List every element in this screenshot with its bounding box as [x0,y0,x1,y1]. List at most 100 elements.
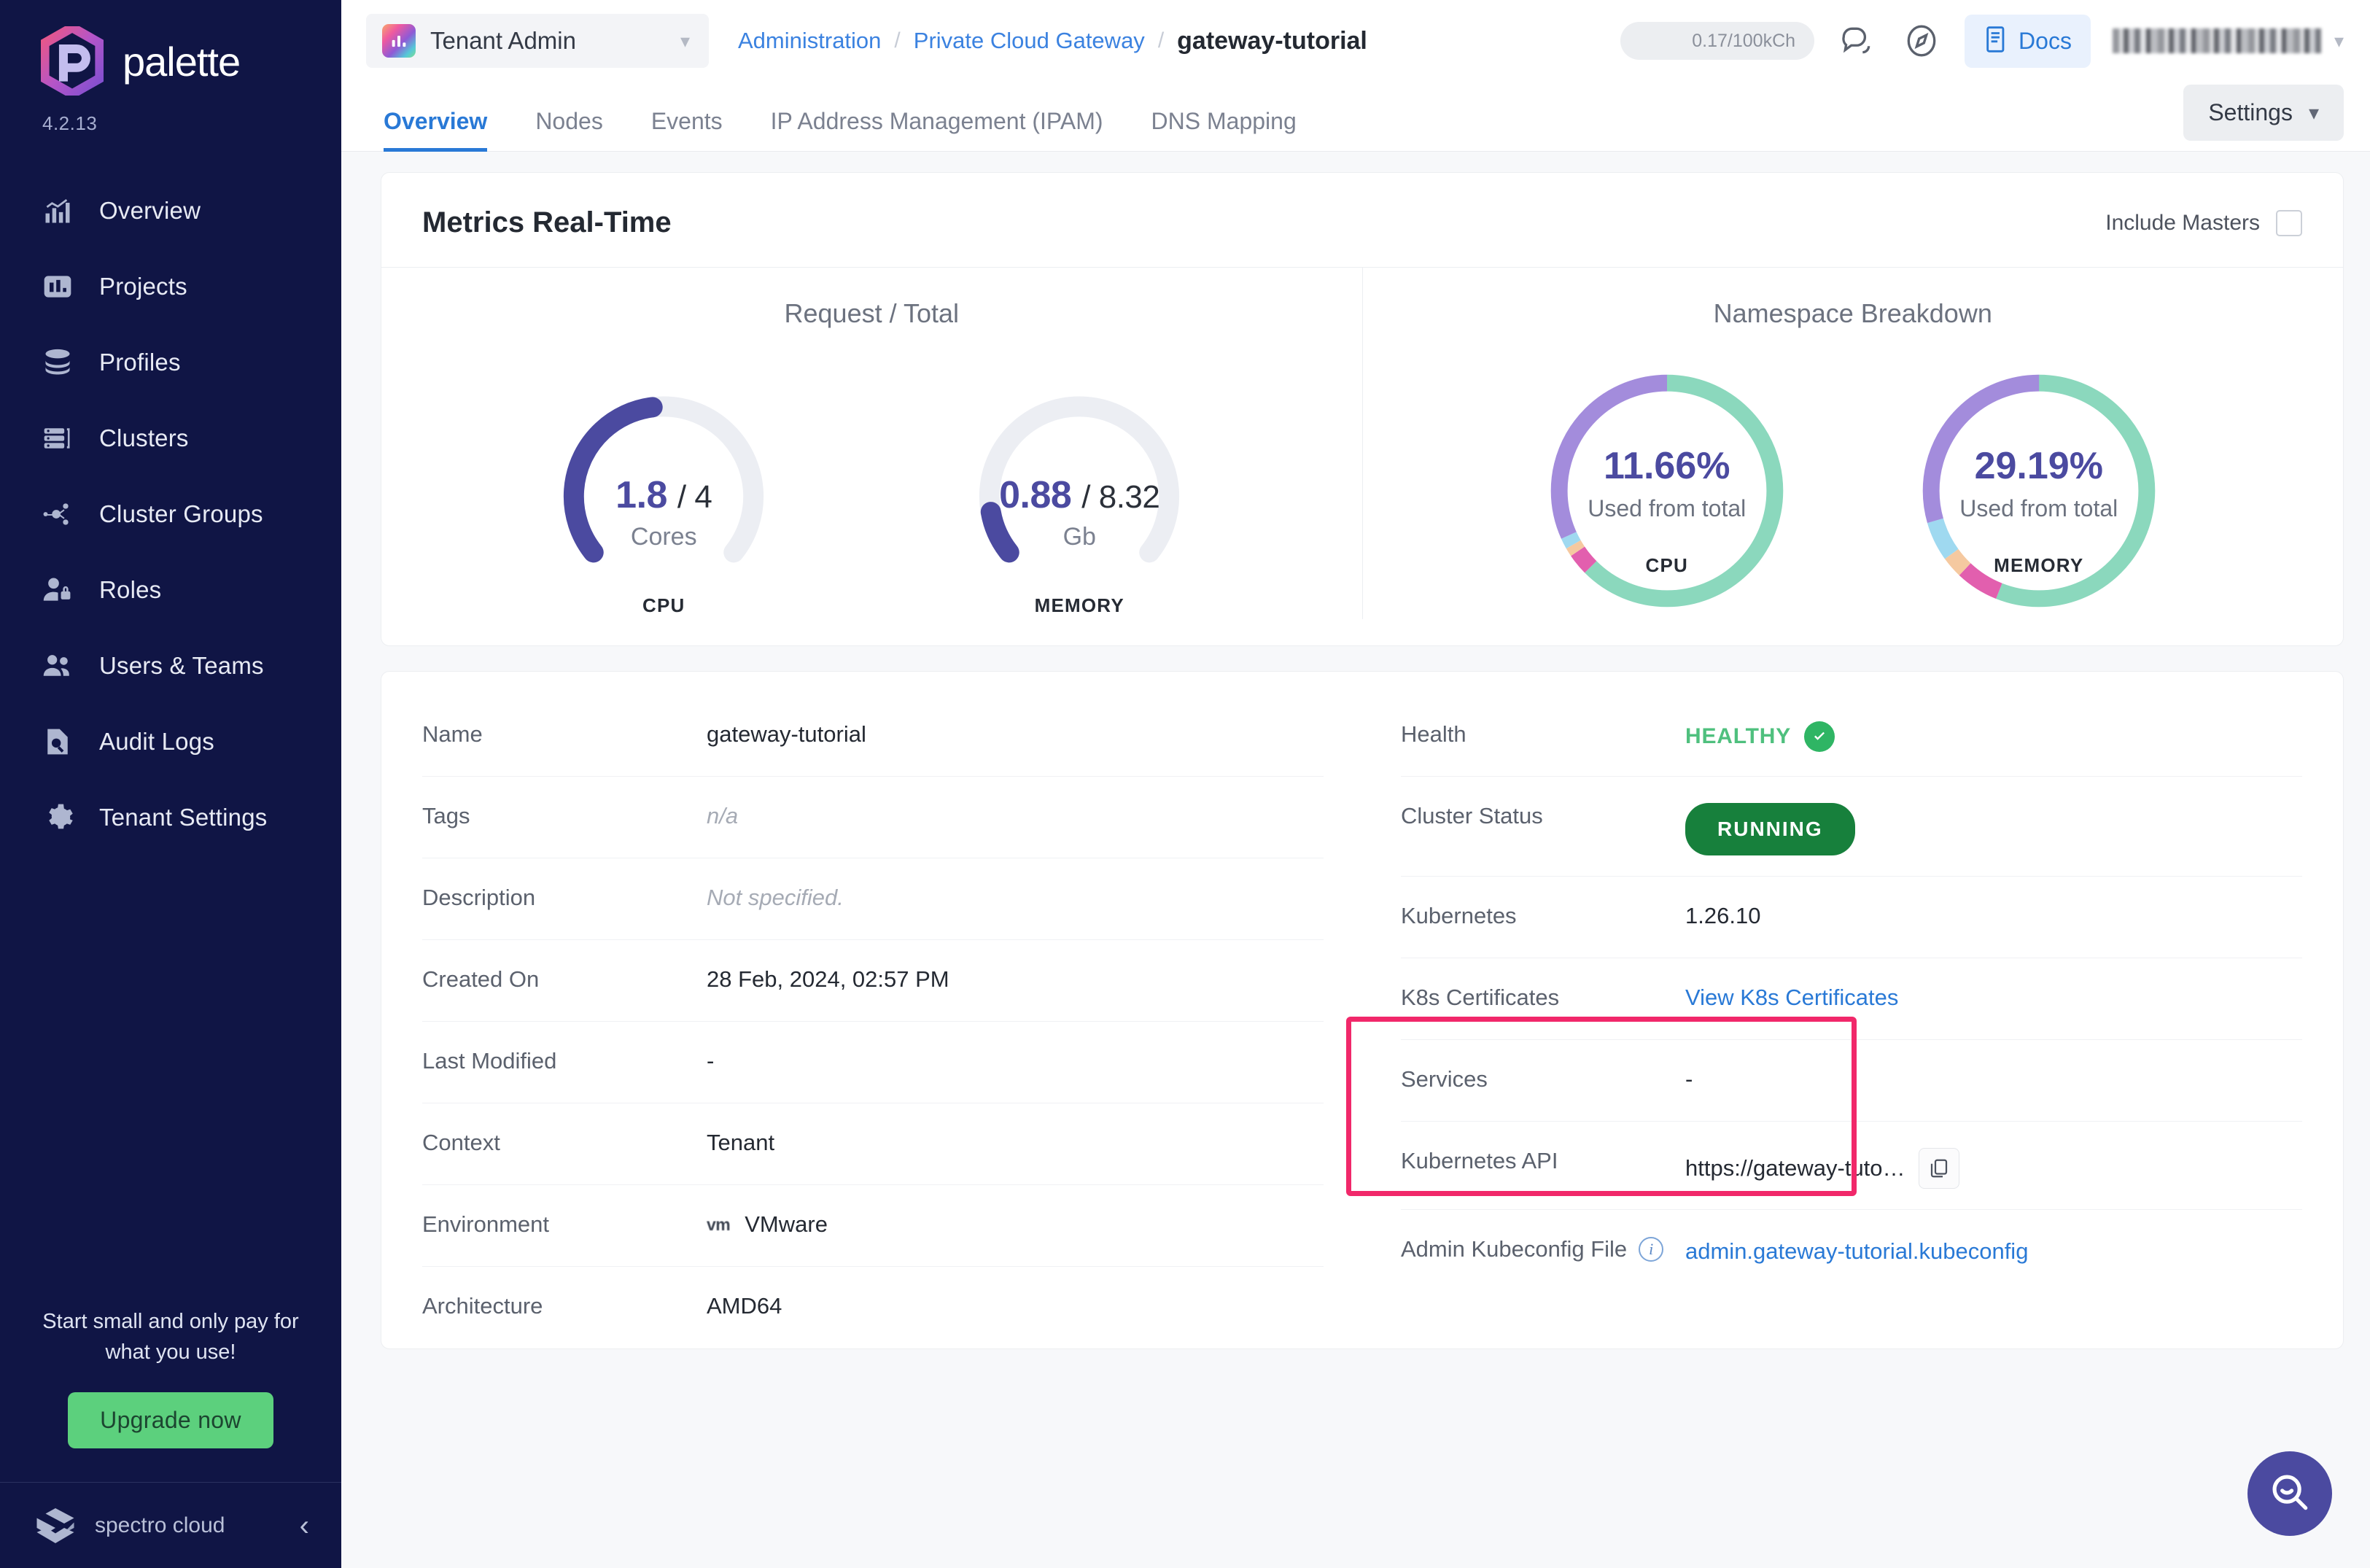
chevron-down-icon: ▾ [2308,101,2319,124]
donut-cpu-center: 11.66% Used from total CPU [1539,444,1795,577]
detail-key: Kubernetes API [1401,1148,1558,1173]
donut-cpu: 11.66% Used from total CPU [1510,362,1824,619]
tenant-label: Tenant Admin [430,27,576,54]
search-smile-fab-button[interactable] [2247,1451,2332,1536]
usage-meter[interactable]: 0.17/100kCh [1620,22,1815,60]
palette-logo-icon [39,22,105,100]
brand[interactable]: palette [0,0,341,100]
detail-value-context: Tenant [707,1130,775,1155]
detail-row-environment: Environment vm VMware [422,1185,1324,1267]
detail-row-kubernetes: Kubernetes 1.26.10 [1401,877,2302,958]
environment-name: VMware [745,1211,828,1237]
check-circle-icon [1804,721,1835,752]
detail-value-kubernetes-api-wrap: https://gateway-tuto… [1685,1148,1959,1189]
detail-value-environment: vm VMware [707,1211,828,1238]
upgrade-promo: Start small and only pay for what you us… [0,1306,341,1482]
settings-button-label: Settings [2208,99,2293,125]
sidebar-item-profiles[interactable]: Profiles [0,325,341,400]
tab-bar: Overview Nodes Events IP Address Managem… [341,82,2370,152]
docs-button[interactable]: Docs [1965,14,2091,68]
status-badge-health: HEALTHY [1685,721,1835,752]
docs-label: Docs [2019,27,2072,54]
donut-memory-ring: 29.19% Used from total MEMORY [1911,362,2167,619]
chat-bubbles-icon[interactable] [1836,20,1878,62]
detail-key: Environment [422,1211,550,1237]
donut-memory: 29.19% Used from total MEMORY [1882,362,2196,619]
detail-row-created-on: Created On 28 Feb, 2024, 02:57 PM [422,940,1324,1022]
page-title: gateway-tutorial [1177,26,1367,55]
sidebar-item-projects[interactable]: Projects [0,249,341,325]
cluster-status-wrap: RUNNING [1685,803,1855,855]
settings-button[interactable]: Settings ▾ [2183,85,2344,141]
user-menu[interactable]: ▾ [2112,28,2344,53]
donut-memory-center: 29.19% Used from total MEMORY [1911,444,2167,577]
detail-row-name: Name gateway-tutorial [422,695,1324,777]
sidebar-item-overview[interactable]: Overview [0,173,341,249]
tenant-admin-icon [382,24,416,58]
detail-value-architecture: AMD64 [707,1293,782,1319]
sidebar-item-users-teams[interactable]: Users & Teams [0,628,341,704]
gauge-memory-value: 0.88 / 8.32 [952,473,1207,517]
detail-row-description: Description Not specified. [422,858,1324,940]
chevron-down-icon: ▾ [2334,29,2344,52]
include-masters-toggle[interactable]: Include Masters [2105,209,2302,236]
donut-memory-sub: Used from total [1959,495,2118,521]
detail-key: Services [1401,1066,1488,1092]
detail-row-architecture: Architecture AMD64 [422,1267,1324,1348]
detail-key: Name [422,721,483,747]
topbar-actions: 0.17/100kCh Docs ▾ [1620,14,2344,68]
sidebar-item-label: Tenant Settings [99,804,268,831]
breadcrumb-item-administration[interactable]: Administration [738,28,881,54]
sidebar-item-tenant-settings[interactable]: Tenant Settings [0,780,341,855]
chevron-left-icon[interactable]: ‹ [300,1511,309,1540]
gauge-memory-footer: MEMORY [1034,594,1124,616]
detail-value-kubernetes: 1.26.10 [1685,903,1761,928]
donut-memory-footer: MEMORY [1994,554,2084,576]
app-version: 4.2.13 [42,112,98,134]
donut-cpu-footer: CPU [1645,554,1688,576]
sidebar-item-label: Users & Teams [99,652,264,679]
document-search-icon [41,725,74,758]
chart-bars-icon [41,194,74,228]
detail-key: Admin Kubeconfig File i [1401,1236,1685,1262]
tab-events[interactable]: Events [651,108,723,151]
tab-overview[interactable]: Overview [384,108,488,152]
request-total-panel: Request / Total 1.8 / 4 Cores CPU 0.88 /… [381,268,1363,619]
include-masters-label: Include Masters [2105,210,2260,235]
sidebar-item-audit-logs[interactable]: Audit Logs [0,704,341,780]
admin-kubeconfig-file-link[interactable]: admin.gateway-tutorial.kubeconfig [1685,1236,2028,1267]
tab-nodes[interactable]: Nodes [535,108,603,151]
details-right-column: Health HEALTHY Cluster Status RUNNING Ku… [1364,672,2343,1348]
metrics-title: Metrics Real-Time [422,206,672,238]
detail-row-services: Services - [1401,1040,2302,1122]
sidebar-item-clusters[interactable]: Clusters [0,400,341,476]
vmware-icon: vm [707,1214,731,1234]
copy-icon[interactable] [1918,1148,1959,1189]
gauge-memory-total: / 8.32 [1081,479,1160,515]
tab-dns-mapping[interactable]: DNS Mapping [1151,108,1297,151]
breadcrumb-item-private-cloud-gateway[interactable]: Private Cloud Gateway [914,28,1145,54]
detail-row-k8s-certificates: K8s Certificates View K8s Certificates [1401,958,2302,1040]
sidebar-item-label: Clusters [99,424,189,451]
view-k8s-certificates-link[interactable]: View K8s Certificates [1685,985,1898,1011]
detail-key: Context [422,1130,500,1155]
sidebar-item-roles[interactable]: Roles [0,552,341,628]
sidebar-item-label: Projects [99,273,187,300]
include-masters-checkbox[interactable] [2276,209,2302,236]
tab-ipam[interactable]: IP Address Management (IPAM) [771,108,1103,151]
namespace-breakdown-title: Namespace Breakdown [1713,298,1992,328]
info-icon[interactable]: i [1639,1237,1664,1262]
tenant-scope-selector[interactable]: Tenant Admin ▾ [366,14,709,68]
detail-key-label: Admin Kubeconfig File [1401,1236,1628,1262]
detail-value-tags: n/a [707,803,739,828]
gauge-memory-unit: Gb [1062,523,1096,551]
gauge-group: 1.8 / 4 Cores CPU 0.88 / 8.32 Gb MEMORY [478,362,1265,617]
detail-key: Health [1401,721,1466,747]
upgrade-now-button[interactable]: Upgrade now [68,1392,273,1448]
cluster-details-card: Name gateway-tutorial Tags n/a Descripti… [381,671,2344,1349]
metrics-card: Metrics Real-Time Include Masters Reques… [381,172,2344,646]
detail-key: Created On [422,966,540,992]
compass-icon[interactable] [1900,20,1943,62]
sidebar-item-label: Profiles [99,349,181,376]
sidebar-item-cluster-groups[interactable]: Cluster Groups [0,476,341,552]
